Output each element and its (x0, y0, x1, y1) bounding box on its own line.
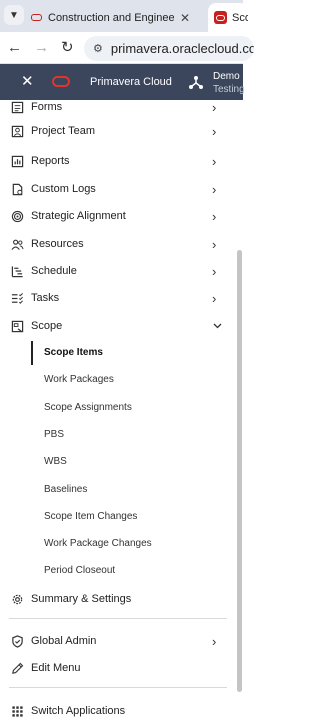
url-text: primavera.oraclecloud.com/ (110, 41, 254, 56)
menu-item-resources[interactable]: Resources › (0, 232, 236, 256)
menu-item-label: Global Admin (31, 635, 97, 647)
browser-tab-active[interactable]: Scop (208, 3, 248, 32)
workspace-subtitle: Testing (213, 84, 245, 95)
menu-item-label: Resources (31, 238, 84, 250)
scope-sub-item-scope-item-changes[interactable]: Scope Item Changes (0, 505, 236, 529)
close-tab-icon[interactable]: ✕ (180, 11, 190, 25)
chevron-down-icon: ▼ (9, 9, 19, 21)
menu-item-schedule[interactable]: Schedule › (0, 259, 236, 283)
menu-item-strategic-alignment[interactable]: Strategic Alignment › (0, 204, 236, 228)
sub-item-label: Baselines (44, 484, 88, 495)
scope-sub-item-work-packages[interactable]: Work Packages (0, 368, 236, 392)
app-header: ✕ Primavera Cloud Demo Testing (0, 64, 245, 100)
chevron-right-icon: › (212, 100, 217, 115)
shield-icon (10, 634, 24, 648)
oracle-favicon-icon (30, 11, 43, 24)
chevron-right-icon: › (212, 181, 217, 197)
scope-sub-item-scope-assignments[interactable]: Scope Assignments (0, 396, 236, 420)
tab-search-button[interactable]: ▼ (4, 5, 24, 25)
team-icon (10, 124, 24, 138)
chevron-right-icon: › (212, 263, 217, 279)
menu-item-tasks[interactable]: Tasks › (0, 286, 236, 310)
menu-item-scope[interactable]: Scope (0, 314, 236, 338)
oracle-logo-icon (52, 76, 70, 87)
forms-icon (10, 100, 24, 114)
scope-sub-item-baselines[interactable]: Baselines (0, 478, 236, 502)
menu-item-label: Scope (31, 320, 63, 332)
menu-item-label: Edit Menu (31, 662, 81, 674)
oracle-favicon-icon (214, 11, 227, 24)
browser-tab-strip: ▼ Construction and Engineering ✕ Scop (0, 0, 248, 32)
pencil-icon (10, 661, 24, 675)
menu-item-label: Switch Applications (31, 705, 126, 717)
custom-logs-icon (10, 182, 24, 196)
menu-item-global-admin[interactable]: Global Admin › (0, 629, 236, 653)
scope-sub-item-period-closeout[interactable]: Period Closeout (0, 559, 236, 583)
reports-icon (10, 154, 24, 168)
resources-icon (10, 237, 24, 251)
menu-item-label: Custom Logs (31, 183, 96, 195)
sub-item-label: Work Package Changes (44, 538, 152, 549)
back-arrow-icon[interactable]: ← (7, 40, 22, 55)
menu-item-summary-settings[interactable]: Summary & Settings (0, 587, 236, 611)
tab-title: Scop (232, 11, 248, 24)
scope-icon (10, 319, 24, 333)
menu-item-label: Forms (31, 101, 63, 113)
sub-item-label: PBS (44, 429, 65, 440)
menu-item-label: Project Team (31, 125, 95, 137)
selected-indicator (31, 341, 33, 365)
gear-icon (10, 592, 24, 606)
divider (9, 687, 227, 688)
reload-icon[interactable]: ↻ (61, 40, 74, 55)
grid-icon (10, 704, 24, 718)
close-menu-icon[interactable]: ✕ (21, 74, 34, 90)
tasks-icon (10, 291, 24, 305)
menu-item-custom-logs[interactable]: Custom Logs › (0, 177, 236, 201)
menu-item-switch-applications[interactable]: Switch Applications (0, 699, 236, 723)
menu-item-label: Strategic Alignment (31, 210, 126, 222)
menu-item-reports[interactable]: Reports › (0, 149, 236, 173)
workspace-hub-icon[interactable] (188, 74, 204, 90)
address-bar[interactable]: ⚙ primavera.oraclecloud.com/ (84, 36, 254, 61)
sub-item-label: Period Closeout (44, 565, 116, 576)
menu-item-project-team[interactable]: Project Team › (0, 119, 236, 143)
chevron-right-icon: › (212, 290, 217, 306)
tab-title: Construction and Engineering (48, 11, 174, 24)
navigation-menu: Forms › Project Team › Reports › Custom … (0, 100, 243, 725)
chevron-right-icon: › (212, 123, 217, 139)
menu-item-label: Schedule (31, 265, 77, 277)
target-icon (10, 209, 24, 223)
sub-item-label: WBS (44, 456, 67, 467)
chevron-right-icon: › (212, 633, 217, 649)
sub-item-label: Scope Item Changes (44, 511, 138, 522)
scope-sub-item-scope-items[interactable]: Scope Items (0, 341, 236, 365)
scope-sub-item-wbs[interactable]: WBS (0, 450, 236, 474)
menu-item-label: Reports (31, 155, 70, 167)
sub-item-label: Work Packages (44, 374, 114, 385)
sub-item-label: Scope Assignments (44, 402, 132, 413)
menu-item-label: Summary & Settings (31, 593, 132, 605)
menu-scrollbar[interactable] (237, 250, 242, 692)
schedule-icon (10, 264, 24, 278)
divider (9, 618, 227, 619)
site-settings-icon[interactable]: ⚙ (93, 42, 103, 55)
workspace-name[interactable]: Demo (213, 71, 240, 82)
chevron-right-icon: › (212, 153, 217, 169)
chevron-right-icon: › (212, 208, 217, 224)
menu-item-label: Tasks (31, 292, 60, 304)
scope-sub-item-work-package-changes[interactable]: Work Package Changes (0, 532, 236, 556)
chevron-right-icon: › (212, 236, 217, 252)
chevron-down-icon (213, 323, 222, 329)
menu-item-edit-menu[interactable]: Edit Menu (0, 656, 236, 680)
forward-arrow-icon[interactable]: → (34, 40, 49, 55)
app-title: Primavera Cloud (90, 76, 172, 88)
sub-item-label: Scope Items (44, 347, 103, 358)
browser-tab[interactable]: Construction and Engineering ✕ (30, 3, 208, 32)
browser-toolbar: ← → ↻ ⚙ primavera.oraclecloud.com/ (0, 32, 254, 64)
menu-item-forms[interactable]: Forms › (0, 100, 236, 119)
scope-sub-item-pbs[interactable]: PBS (0, 423, 236, 447)
